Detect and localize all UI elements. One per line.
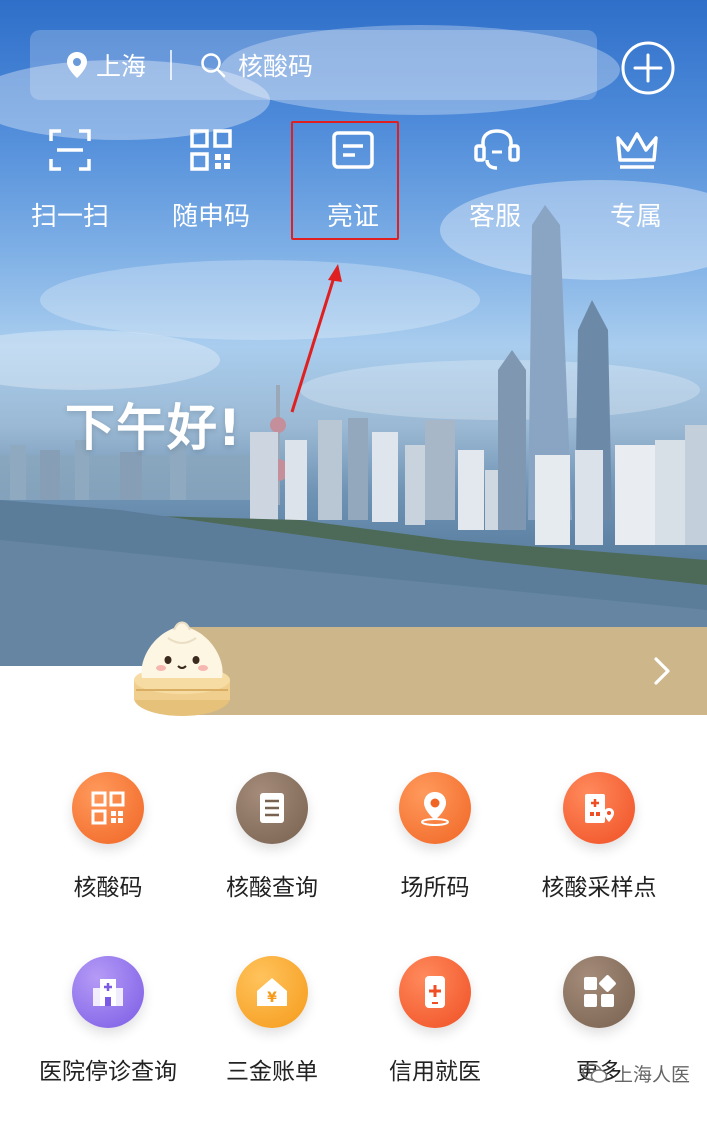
service-venue-code[interactable]: 场所码 (350, 772, 520, 912)
service-icon-circle (72, 772, 144, 844)
search-bar[interactable]: 上海 核酸码 (30, 30, 597, 100)
wechat-icon (582, 1063, 608, 1083)
service-icon-circle: ¥ (236, 956, 308, 1028)
promo-banner[interactable] (185, 627, 707, 715)
watermark-text: 上海人医 (614, 1064, 691, 1086)
quick-action-label: 客服 (468, 202, 521, 232)
service-icon-circle (563, 956, 635, 1028)
chevron-right-icon[interactable] (652, 655, 672, 687)
divider (170, 50, 173, 80)
service-nucleic-acid-query[interactable]: 核酸查询 (187, 772, 357, 912)
location-label: 上海 (96, 52, 147, 81)
annotation-highlight-box (291, 121, 399, 240)
quick-action-qrcode[interactable]: 随申码 (141, 120, 281, 232)
greeting-text: 下午好! (65, 399, 242, 457)
service-label: 医院停诊查询 (39, 1059, 177, 1085)
service-label: 信用就医 (389, 1059, 481, 1085)
location-pin-icon (67, 52, 87, 78)
search-icon (201, 53, 226, 78)
building-pin-icon (585, 794, 614, 823)
annotation-arrow (290, 264, 342, 413)
location-pin-icon (421, 792, 449, 826)
document-icon (260, 793, 284, 823)
qrcode-icon (91, 791, 125, 825)
service-icon-circle (72, 956, 144, 1028)
location-selector[interactable]: 上海 (66, 47, 146, 83)
service-label: 场所码 (400, 875, 470, 901)
phone-plus-icon (425, 976, 445, 1008)
hospital-icon (93, 979, 123, 1006)
add-button[interactable] (620, 40, 676, 96)
more-apps-icon (584, 975, 616, 1007)
service-hospital-suspension[interactable]: 医院停诊查询 (23, 956, 193, 1096)
service-label: 核酸码 (73, 875, 143, 901)
search-placeholder: 核酸码 (238, 52, 314, 81)
steamed-bun-mascot-icon (134, 621, 230, 716)
service-sampling-site[interactable]: 核酸采样点 (514, 772, 684, 912)
hero-banner: 上海 核酸码 扫一扫 随申码 亮证 客服 专属 下午好! (0, 0, 707, 666)
service-label: 核酸查询 (226, 875, 318, 901)
quick-action-label: 专属 (609, 202, 662, 232)
quick-action-customer-service[interactable]: 客服 (425, 120, 565, 232)
crown-icon (616, 132, 658, 169)
watermark: 上海人医 (582, 1060, 690, 1087)
qrcode-icon (190, 129, 232, 171)
quick-action-label: 随申码 (171, 202, 250, 232)
service-icon-circle (399, 956, 471, 1028)
quick-action-label: 扫一扫 (30, 202, 109, 232)
service-label: 核酸采样点 (541, 875, 657, 901)
scan-icon (49, 129, 91, 171)
service-label: 三金账单 (226, 1059, 318, 1085)
svg-text:¥: ¥ (267, 990, 277, 1006)
service-icon-circle (236, 772, 308, 844)
service-icon-circle (399, 772, 471, 844)
service-nucleic-acid-code[interactable]: 核酸码 (23, 772, 193, 912)
quick-action-scan[interactable]: 扫一扫 (0, 120, 140, 232)
house-yen-icon: ¥ (257, 978, 287, 1006)
quick-action-exclusive[interactable]: 专属 (566, 120, 706, 232)
search-input[interactable]: 核酸码 (200, 47, 313, 83)
service-three-funds-bill[interactable]: ¥ 三金账单 (187, 956, 357, 1096)
customer-service-icon (474, 129, 520, 170)
service-credit-medical[interactable]: 信用就医 (350, 956, 520, 1096)
service-icon-circle (563, 772, 635, 844)
